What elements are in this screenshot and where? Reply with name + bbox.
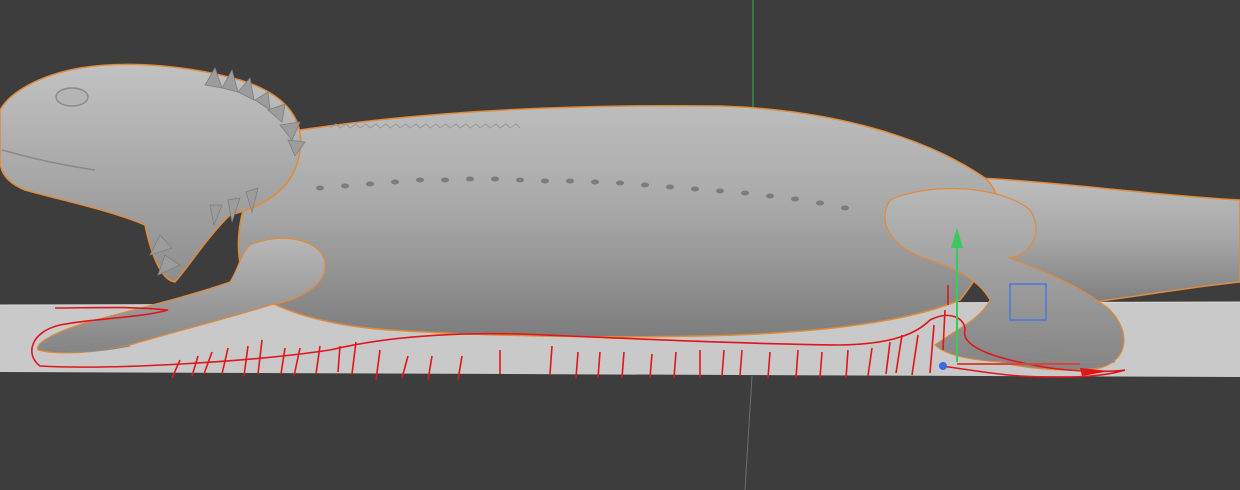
viewport-canvas[interactable] — [0, 0, 1240, 490]
gizmo-z-axis-handle[interactable] — [939, 362, 947, 370]
3d-viewport[interactable] — [0, 0, 1240, 490]
lizard-eye — [55, 87, 89, 107]
world-axis-line-lower — [744, 375, 753, 490]
